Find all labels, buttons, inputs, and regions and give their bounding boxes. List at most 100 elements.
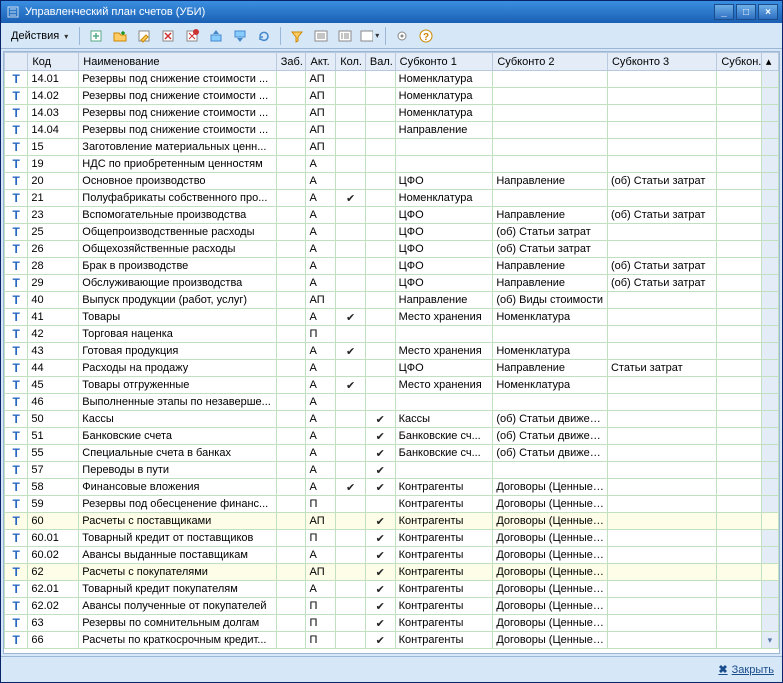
edit-button[interactable] (133, 25, 155, 47)
scrollbar-track[interactable] (761, 190, 778, 207)
col-code[interactable]: Код (28, 53, 79, 71)
table-row[interactable]: T62.02Авансы полученные от покупателейП✔… (5, 598, 779, 615)
table-row[interactable]: T21Полуфабрикаты собственного про...А✔Но… (5, 190, 779, 207)
maximize-button[interactable]: □ (736, 4, 756, 20)
table-row[interactable]: T14.02Резервы под снижение стоимости ...… (5, 88, 779, 105)
scrollbar-track[interactable] (761, 462, 778, 479)
filter-button[interactable] (286, 25, 308, 47)
table-row[interactable]: T62.01Товарный кредит покупателямА✔Контр… (5, 581, 779, 598)
scrollbar-track[interactable] (761, 292, 778, 309)
col-akt[interactable]: Акт. (306, 53, 336, 71)
table-row[interactable]: T28Брак в производствеАЦФОНаправление(об… (5, 258, 779, 275)
table-row[interactable]: T23Вспомогательные производстваАЦФОНапра… (5, 207, 779, 224)
scrollbar-track[interactable] (761, 207, 778, 224)
scrollbar-track[interactable] (761, 496, 778, 513)
table-row[interactable]: T40Выпуск продукции (работ, услуг)АПНапр… (5, 292, 779, 309)
minimize-button[interactable]: _ (714, 4, 734, 20)
refresh-button[interactable] (253, 25, 275, 47)
table-row[interactable]: T26Общехозяйственные расходыАЦФО(об) Ста… (5, 241, 779, 258)
col-icon[interactable] (5, 53, 28, 71)
table-row[interactable]: T51Банковские счетаА✔Банковские сч...(об… (5, 428, 779, 445)
accounts-grid[interactable]: Код Наименование Заб. Акт. Кол. Вал. Суб… (4, 52, 779, 653)
table-row[interactable]: T29Обслуживающие производстваАЦФОНаправл… (5, 275, 779, 292)
table-row[interactable]: T60Расчеты с поставщикамиАП✔КонтрагентыД… (5, 513, 779, 530)
scrollbar-track[interactable] (761, 411, 778, 428)
scrollbar-track[interactable] (761, 71, 778, 88)
col-sub2[interactable]: Субконто 2 (493, 53, 608, 71)
col-sub3[interactable]: Субконто 3 (607, 53, 716, 71)
scrollbar-track[interactable] (761, 598, 778, 615)
scrollbar-track[interactable] (761, 156, 778, 173)
col-kol[interactable]: Кол. (336, 53, 366, 71)
table-row[interactable]: T45Товары отгруженныеА✔Место храненияНом… (5, 377, 779, 394)
scrollbar-track[interactable] (761, 258, 778, 275)
scrollbar-track[interactable] (761, 445, 778, 462)
table-row[interactable]: T66Расчеты по краткосрочным кредит...П✔К… (5, 632, 779, 649)
close-button[interactable]: ✖ Закрыть (718, 663, 774, 676)
scrollbar-track[interactable] (761, 513, 778, 530)
close-window-button[interactable]: × (758, 4, 778, 20)
table-row[interactable]: T19НДС по приобретенным ценностямА (5, 156, 779, 173)
list-button[interactable] (334, 25, 356, 47)
table-row[interactable]: T46Выполненные этапы по незаверше...А (5, 394, 779, 411)
scrollbar-track[interactable] (761, 428, 778, 445)
scrollbar-track[interactable] (761, 241, 778, 258)
sort-button[interactable]: ▾ (358, 25, 380, 47)
table-row[interactable]: T14.01Резервы под снижение стоимости ...… (5, 71, 779, 88)
scrollbar-track[interactable] (761, 581, 778, 598)
table-row[interactable]: T41ТоварыА✔Место храненияНоменклатура (5, 309, 779, 326)
scrollbar-track[interactable] (761, 479, 778, 496)
table-row[interactable]: T44Расходы на продажуАЦФОНаправлениеСтат… (5, 360, 779, 377)
delete-button[interactable] (157, 25, 179, 47)
col-sub4[interactable]: Субкон... (717, 53, 762, 71)
table-row[interactable]: T63Резервы по сомнительным долгамП✔Контр… (5, 615, 779, 632)
table-row[interactable]: T62Расчеты с покупателямиАП✔КонтрагентыД… (5, 564, 779, 581)
settings-button[interactable] (391, 25, 413, 47)
table-row[interactable]: T58Финансовые вложенияА✔✔КонтрагентыДого… (5, 479, 779, 496)
table-row[interactable]: T59Резервы под обесценение финанс...ПКон… (5, 496, 779, 513)
actions-menu[interactable]: Действия ▾ (5, 28, 74, 44)
scrollbar-track[interactable] (761, 615, 778, 632)
table-row[interactable]: T14.03Резервы под снижение стоимости ...… (5, 105, 779, 122)
titlebar[interactable]: Управленческий план счетов (УБИ) _ □ × (1, 1, 782, 23)
scrollbar-track[interactable] (761, 88, 778, 105)
scrollbar-track[interactable] (761, 547, 778, 564)
table-row[interactable]: T14.04Резервы под снижение стоимости ...… (5, 122, 779, 139)
table-row[interactable]: T42Торговая наценкаП (5, 326, 779, 343)
scrollbar-track[interactable] (761, 564, 778, 581)
table-row[interactable]: T15Заготовление материальных ценн...АП (5, 139, 779, 156)
col-sub1[interactable]: Субконто 1 (395, 53, 493, 71)
help-button[interactable]: ? (415, 25, 437, 47)
table-row[interactable]: T55Специальные счета в банкахА✔Банковски… (5, 445, 779, 462)
table-row[interactable]: T20Основное производствоАЦФОНаправление(… (5, 173, 779, 190)
scrollbar-track[interactable] (761, 377, 778, 394)
move-up-button[interactable] (205, 25, 227, 47)
mark-delete-button[interactable] (181, 25, 203, 47)
scrollbar-track[interactable] (761, 139, 778, 156)
move-down-button[interactable] (229, 25, 251, 47)
table-row[interactable]: T50КассыА✔Кассы(об) Статьи движен... (5, 411, 779, 428)
table-row[interactable]: T25Общепроизводственные расходыАЦФО(об) … (5, 224, 779, 241)
scrollbar-track[interactable] (761, 394, 778, 411)
scrollbar-track[interactable] (761, 105, 778, 122)
scrollbar-track[interactable] (761, 122, 778, 139)
table-row[interactable]: T60.02Авансы выданные поставщикамА✔Контр… (5, 547, 779, 564)
col-val[interactable]: Вал. (365, 53, 395, 71)
scroll-up-button[interactable]: ▴ (761, 53, 778, 71)
add-button[interactable] (85, 25, 107, 47)
table-row[interactable]: T60.01Товарный кредит от поставщиковП✔Ко… (5, 530, 779, 547)
scrollbar-track[interactable] (761, 360, 778, 377)
scrollbar-track[interactable] (761, 224, 778, 241)
table-row[interactable]: T43Готовая продукцияА✔Место храненияНоме… (5, 343, 779, 360)
hierarchy-button[interactable] (310, 25, 332, 47)
scrollbar-track[interactable] (761, 326, 778, 343)
scrollbar-track[interactable] (761, 530, 778, 547)
col-name[interactable]: Наименование (79, 53, 276, 71)
scroll-down-button[interactable]: ▾ (761, 632, 778, 649)
col-zab[interactable]: Заб. (276, 53, 306, 71)
scrollbar-track[interactable] (761, 343, 778, 360)
add-folder-button[interactable] (109, 25, 131, 47)
table-row[interactable]: T57Переводы в путиА✔ (5, 462, 779, 479)
scrollbar-track[interactable] (761, 275, 778, 292)
scrollbar-track[interactable] (761, 309, 778, 326)
